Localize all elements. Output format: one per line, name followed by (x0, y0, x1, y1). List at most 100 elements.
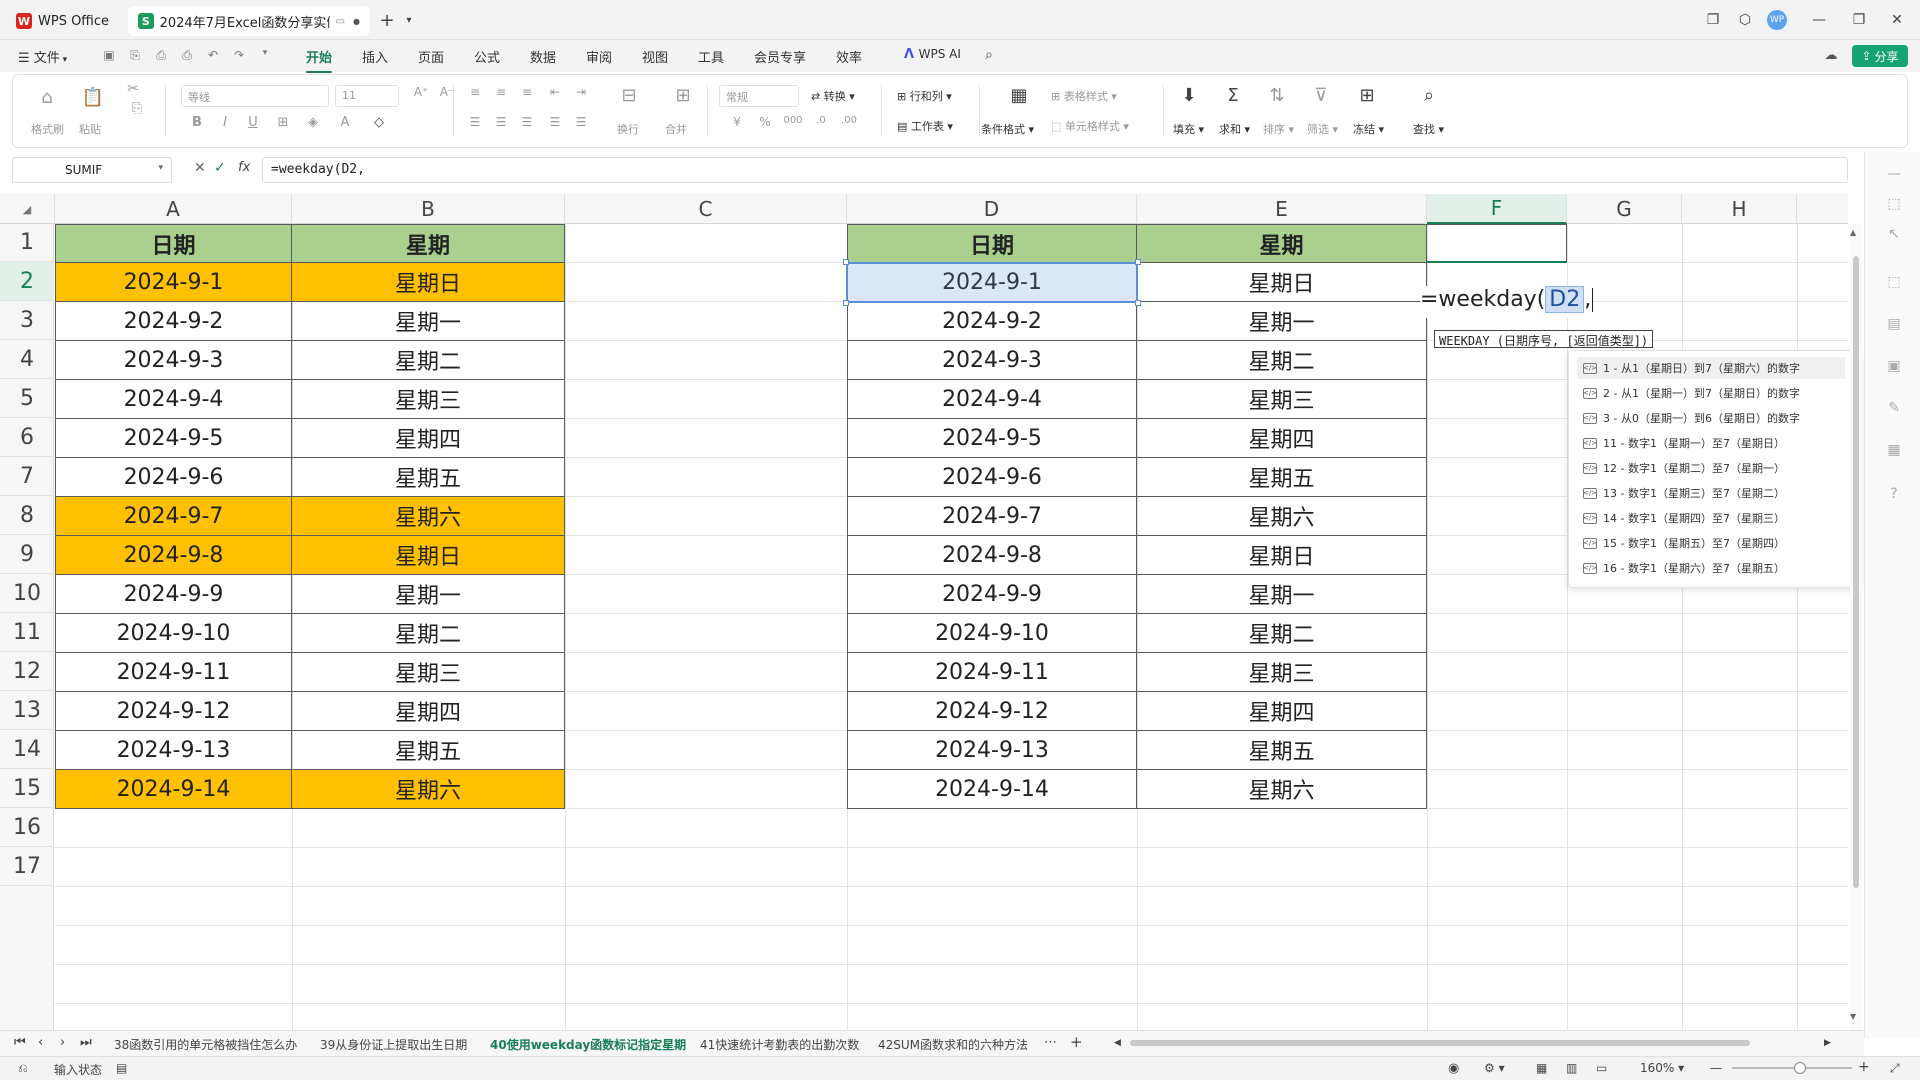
autocomplete-option[interactable]: </> 14 - 数字1（星期四）至7（星期三） (1577, 507, 1845, 529)
format-painter-icon[interactable]: ⌂ (35, 87, 59, 108)
cell-e9[interactable]: 星期日 (1137, 536, 1427, 575)
cell-e12[interactable]: 星期三 (1137, 653, 1427, 692)
row-header-2[interactable]: 2 (0, 262, 54, 301)
row-header-11[interactable]: 11 (0, 613, 54, 652)
avatar[interactable]: WP (1764, 8, 1790, 32)
cell-d10[interactable]: 2024-9-9 (847, 575, 1137, 614)
cell-d5[interactable]: 2024-9-4 (847, 380, 1137, 419)
cell-a3[interactable]: 2024-9-2 (55, 302, 292, 341)
fill-button[interactable]: 填充 ▾ (1173, 121, 1204, 137)
zoom-slider-knob[interactable] (1794, 1062, 1806, 1074)
cell-e3[interactable]: 星期一 (1137, 302, 1427, 341)
chevron-down-icon[interactable]: ▾ (158, 163, 163, 173)
search-icon[interactable]: ⌕ (980, 47, 998, 63)
autocomplete-option[interactable]: </> 11 - 数字1（星期一）至7（星期日） (1577, 432, 1845, 454)
cell-e14[interactable]: 星期五 (1137, 731, 1427, 770)
increase-decimal-icon[interactable]: .0 (809, 115, 833, 126)
side-tools-icon[interactable]: ✎ (1885, 400, 1903, 418)
row-header-1[interactable]: 1 (0, 223, 54, 262)
font-size-select[interactable]: 11 (335, 85, 399, 107)
italic-icon[interactable]: I (213, 115, 237, 130)
align-bottom-icon[interactable]: ≡ (515, 85, 539, 99)
scroll-down-icon[interactable]: ▼ (1850, 1012, 1856, 1021)
cell-b5[interactable]: 星期三 (292, 380, 565, 419)
cell-a11[interactable]: 2024-9-10 (55, 614, 292, 653)
cell-a13[interactable]: 2024-9-12 (55, 692, 292, 731)
cell-b10[interactable]: 星期一 (292, 575, 565, 614)
menu-insert[interactable]: 插入 (362, 47, 388, 66)
cell-a9[interactable]: 2024-9-8 (55, 536, 292, 575)
row-header-13[interactable]: 13 (0, 691, 54, 730)
row-header-15[interactable]: 15 (0, 769, 54, 808)
first-sheet-icon[interactable]: ⏮ (14, 1035, 26, 1050)
menu-formulas[interactable]: 公式 (474, 47, 500, 66)
cell-d11[interactable]: 2024-9-10 (847, 614, 1137, 653)
cell-b11[interactable]: 星期二 (292, 614, 565, 653)
bold-icon[interactable]: B (185, 115, 209, 130)
worksheet-button[interactable]: ▤ 工作表 ▾ (897, 118, 953, 134)
cell-b9[interactable]: 星期日 (292, 536, 565, 575)
fullscreen-icon[interactable]: ⤢ (1890, 1061, 1900, 1076)
side-document-icon[interactable]: ▤ (1885, 316, 1903, 334)
normal-view-icon[interactable]: ▦ (1536, 1061, 1547, 1075)
save-icon[interactable]: ▣ (100, 48, 118, 64)
fill-icon[interactable]: ⬇ (1177, 85, 1201, 106)
cell-e5[interactable]: 星期三 (1137, 380, 1427, 419)
cell-a1[interactable]: 日期 (55, 224, 292, 263)
tab-wps-office[interactable]: W WPS Office (6, 6, 124, 36)
align-right-icon[interactable]: ☰ (515, 115, 539, 129)
close-icon[interactable]: ✕ (1884, 8, 1910, 32)
cell-style-button[interactable]: ⬚ 单元格样式 ▾ (1051, 118, 1129, 134)
cell-a6[interactable]: 2024-9-5 (55, 419, 292, 458)
cell-e11[interactable]: 星期二 (1137, 614, 1427, 653)
menu-member[interactable]: 会员专享 (754, 47, 806, 66)
name-box[interactable]: SUMIF ▾ (12, 157, 172, 183)
print-icon[interactable]: ⎙ (178, 48, 196, 64)
column-header-a[interactable]: A (55, 194, 292, 224)
file-menu[interactable]: ☰ 文件 ▾ (18, 47, 67, 66)
row-header-8[interactable]: 8 (0, 496, 54, 535)
selection-handle[interactable] (843, 300, 849, 306)
zoom-slider-track[interactable] (1732, 1067, 1852, 1069)
unsaved-dot-icon[interactable]: ● (353, 17, 360, 26)
cell-a10[interactable]: 2024-9-9 (55, 575, 292, 614)
column-header-c[interactable]: C (565, 194, 847, 224)
minimize-icon[interactable]: — (1806, 8, 1832, 32)
currency-icon[interactable]: ¥ (725, 115, 749, 129)
thousands-icon[interactable]: 000 (781, 115, 805, 126)
menu-page[interactable]: 页面 (418, 47, 444, 66)
column-header-b[interactable]: B (292, 194, 565, 224)
sort-icon[interactable]: ⇅ (1265, 85, 1289, 106)
more-sheets-icon[interactable]: ⋯ (1044, 1035, 1057, 1050)
row-header-7[interactable]: 7 (0, 457, 54, 496)
cell-f2-editor[interactable]: =weekday(D2, (1420, 286, 1594, 318)
macro-icon[interactable]: ⎌ (18, 1061, 28, 1076)
cell-a4[interactable]: 2024-9-3 (55, 341, 292, 380)
formula-input[interactable]: =weekday(D2, (262, 157, 1848, 183)
quick-access-chevron-icon[interactable]: ▾ (256, 48, 274, 64)
side-select-icon[interactable]: ⬚ (1885, 196, 1903, 214)
distributed-icon[interactable]: ☰ (569, 115, 593, 129)
menu-tools[interactable]: 工具 (698, 47, 724, 66)
scroll-up-icon[interactable]: ▲ (1850, 228, 1856, 237)
menu-view[interactable]: 视图 (642, 47, 668, 66)
column-header-f[interactable]: F (1427, 194, 1567, 224)
cell-e7[interactable]: 星期五 (1137, 458, 1427, 497)
cell-e15[interactable]: 星期六 (1137, 770, 1427, 809)
sum-icon[interactable]: Σ (1221, 85, 1245, 106)
row-header-16[interactable]: 16 (0, 808, 54, 847)
align-center-icon[interactable]: ☰ (489, 115, 513, 129)
cube-icon[interactable]: ⬡ (1732, 8, 1758, 32)
wrap-icon[interactable]: ⊟ (617, 85, 641, 106)
cut-icon[interactable]: ✂ (121, 81, 145, 97)
side-format-icon[interactable]: ⬚ (1885, 274, 1903, 292)
cell-d12[interactable]: 2024-9-11 (847, 653, 1137, 692)
cell-d13[interactable]: 2024-9-12 (847, 692, 1137, 731)
column-header-h[interactable]: H (1682, 194, 1797, 224)
sheet-tab-42[interactable]: 42SUM函数求和的六种方法 (878, 1036, 1028, 1053)
decrease-font-icon[interactable]: A⁻ (435, 85, 459, 99)
row-header-6[interactable]: 6 (0, 418, 54, 457)
cell-a2[interactable]: 2024-9-1 (55, 263, 292, 302)
cell-b1[interactable]: 星期 (292, 224, 565, 263)
cell-d14[interactable]: 2024-9-13 (847, 731, 1137, 770)
